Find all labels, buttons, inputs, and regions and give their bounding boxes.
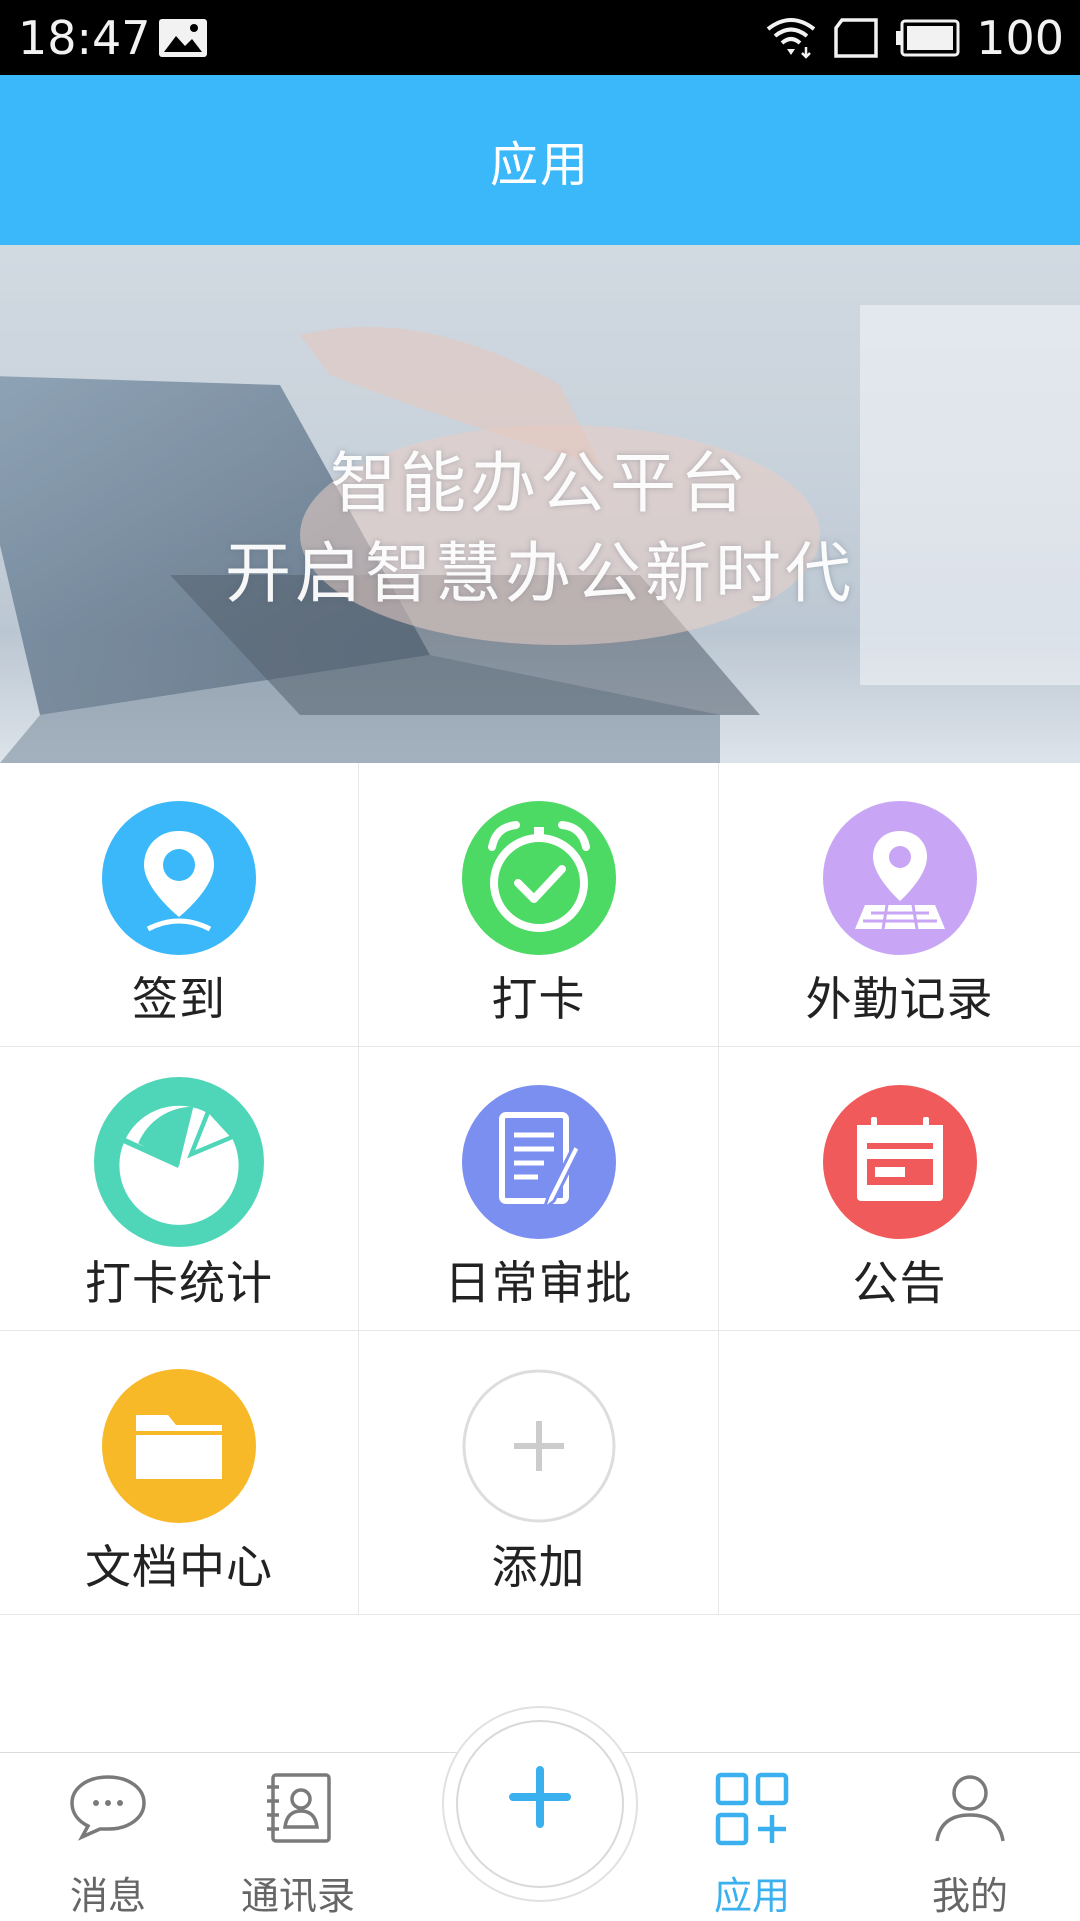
page-title: 应用 xyxy=(489,137,590,193)
app-label: 添加 xyxy=(491,1540,586,1594)
alarm-clock-check-icon xyxy=(461,801,616,955)
battery-icon xyxy=(896,19,960,57)
app-label: 签到 xyxy=(132,972,226,1026)
location-pin-icon xyxy=(102,801,256,955)
app-daily-approval[interactable]: 日常审批 xyxy=(359,1047,719,1331)
app-label: 打卡统计 xyxy=(85,1256,273,1310)
status-right: 100 xyxy=(766,10,1064,66)
nav-label: 应用 xyxy=(713,1874,790,1918)
nav-label: 通讯录 xyxy=(240,1874,355,1918)
image-notification-icon xyxy=(159,19,207,57)
nav-label: 消息 xyxy=(69,1874,146,1918)
app-clock-stats[interactable]: 打卡统计 xyxy=(0,1047,359,1331)
app-announcements[interactable]: 公告 xyxy=(719,1047,1080,1331)
pie-chart-icon xyxy=(94,1077,264,1247)
contacts-book-icon xyxy=(267,1773,331,1843)
battery-level: 100 xyxy=(976,11,1064,65)
banner-headline: 智能办公平台 xyxy=(330,445,750,522)
calendar-notice-icon xyxy=(822,1085,977,1239)
document-pen-icon xyxy=(461,1085,616,1239)
app-grid: 签到 打卡 外勤记录 打卡统计 日常审批 公告 文档中心 添加 xyxy=(0,763,1080,1615)
folder-icon xyxy=(102,1369,256,1523)
nav-label: 我的 xyxy=(931,1874,1008,1918)
empty-cell xyxy=(719,1331,1080,1615)
app-field-records[interactable]: 外勤记录 xyxy=(719,763,1080,1047)
chat-bubble-icon xyxy=(70,1775,146,1841)
banner[interactable]: 智能办公平台 开启智慧办公新时代 xyxy=(0,245,1080,763)
center-add-button[interactable] xyxy=(442,1706,638,1902)
fab-inner-ring xyxy=(456,1720,624,1888)
apps-grid-icon xyxy=(715,1772,789,1846)
app-label: 外勤记录 xyxy=(805,972,994,1026)
status-bar: 18:47 100 xyxy=(0,0,1080,75)
app-clock-in[interactable]: 打卡 xyxy=(359,763,719,1047)
plus-icon xyxy=(462,1369,615,1523)
app-label: 文档中心 xyxy=(85,1540,273,1594)
app-label: 日常审批 xyxy=(444,1256,633,1310)
map-pin-icon xyxy=(822,801,977,955)
status-time: 18:47 xyxy=(18,11,151,65)
wifi-icon xyxy=(766,18,816,59)
person-icon xyxy=(935,1775,1005,1842)
app-label: 公告 xyxy=(852,1256,947,1310)
nav-item-apps[interactable]: 应用 xyxy=(672,1753,832,1921)
nav-item-me[interactable]: 我的 xyxy=(890,1753,1050,1921)
banner-subheadline: 开启智慧办公新时代 xyxy=(225,535,855,612)
sim-card-icon xyxy=(834,18,878,58)
plus-icon xyxy=(509,1766,571,1828)
title-bar: 应用 xyxy=(0,75,1080,245)
nav-item-messages[interactable]: 消息 xyxy=(28,1753,188,1921)
app-add[interactable]: 添加 xyxy=(359,1331,719,1615)
app-document-center[interactable]: 文档中心 xyxy=(0,1331,359,1615)
app-label: 打卡 xyxy=(491,972,586,1026)
app-sign-in[interactable]: 签到 xyxy=(0,763,359,1047)
nav-item-contacts[interactable]: 通讯录 xyxy=(218,1753,378,1921)
